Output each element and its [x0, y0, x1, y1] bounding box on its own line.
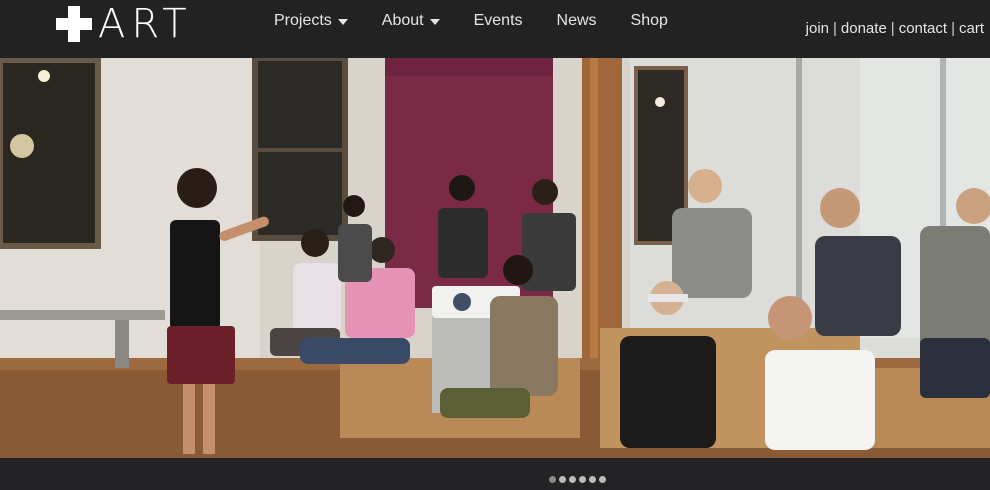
- carousel-dot-2[interactable]: [559, 476, 566, 483]
- cart-link[interactable]: cart: [959, 20, 984, 37]
- carousel-dots: [549, 476, 609, 483]
- carousel-dot-1[interactable]: [549, 476, 556, 483]
- carousel-dot-4[interactable]: [579, 476, 586, 483]
- nav-news-label: News: [556, 12, 597, 29]
- separator: |: [890, 20, 895, 37]
- join-link[interactable]: join: [806, 20, 829, 37]
- nav-projects-label: Projects: [274, 12, 332, 29]
- carousel-dot-6[interactable]: [599, 476, 606, 483]
- logo-text: ART: [98, 1, 193, 47]
- nav-events-label: Events: [473, 12, 523, 29]
- caret-down-icon: [337, 19, 348, 25]
- carousel-dot-3[interactable]: [569, 476, 576, 483]
- nav-projects[interactable]: Projects: [274, 12, 348, 30]
- carousel-bar: [0, 458, 990, 490]
- separator: |: [951, 20, 955, 37]
- nav-news[interactable]: News: [557, 12, 597, 30]
- site-logo[interactable]: ART: [56, 1, 193, 47]
- hero-photo: [0, 58, 990, 458]
- site-header: ART Projects About Events News Shop join…: [0, 0, 990, 58]
- nav-about[interactable]: About: [382, 12, 440, 30]
- nav-shop[interactable]: Shop: [631, 12, 668, 30]
- caret-down-icon: [429, 19, 440, 25]
- nav-events[interactable]: Events: [474, 12, 523, 30]
- hero-photo-illustration: [0, 58, 990, 458]
- plus-cross-icon: [56, 6, 92, 42]
- utility-links: join | donate | contact | cart: [806, 20, 984, 37]
- contact-link[interactable]: contact: [899, 20, 947, 37]
- nav-about-label: About: [381, 12, 424, 29]
- carousel-dot-5[interactable]: [589, 476, 596, 483]
- donate-link[interactable]: donate: [841, 20, 887, 37]
- separator: |: [833, 20, 837, 37]
- nav-shop-label: Shop: [630, 12, 668, 29]
- main-nav: Projects About Events News Shop: [274, 12, 702, 30]
